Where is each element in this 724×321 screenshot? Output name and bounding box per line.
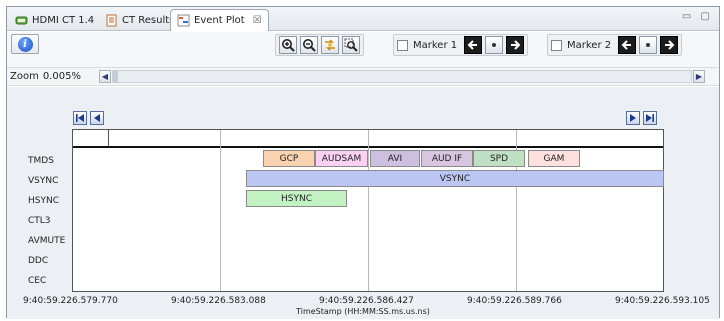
event-gam[interactable]: GAM [528,150,580,167]
arrow-right-icon [665,40,675,50]
zoom-in-button[interactable] [279,36,297,54]
info-button[interactable]: i [11,34,39,54]
zoom-scroll-thumb[interactable] [113,71,118,82]
event-spd[interactable]: SPD [473,150,525,167]
zoom-fit-button[interactable] [342,36,360,54]
arrow-left-icon [621,40,632,50]
last-icon [646,114,654,122]
event-plot-window: HDMI CT 1.4 CT Results Event Plot ☒ ▭ ▢ … [6,6,720,319]
axis-title: TimeStamp (HH:MM:SS.ms.us.ns) [296,307,430,316]
event-vsync[interactable]: VSYNC [246,170,664,187]
tab-event-plot[interactable]: Event Plot ☒ [170,9,269,31]
marker2-label: Marker 2 [567,39,612,51]
event-avi[interactable]: AVI [370,150,420,167]
tab-label: CT Results [122,14,175,26]
event-audsam[interactable]: AUDSAM [315,150,368,167]
timestamp-label: 9:40:59.226.589.766 [467,296,562,306]
header-divider [108,130,109,146]
go-previous-button[interactable] [90,111,104,125]
zoom-fit-icon [344,38,358,52]
arrow-right-icon [511,40,521,50]
tab-hdmi-ct[interactable]: HDMI CT 1.4 [9,10,100,30]
tab-label: Event Plot [194,15,245,26]
marker1-prev-button[interactable] [464,36,483,54]
event-plot-area[interactable]: GCP AUDSAM AVI AUD IF SPD GAM VSYNC HSYN… [72,129,664,292]
row-label-ddc: DDC [28,256,49,266]
marker1-group: Marker 1 [393,34,529,56]
event-gcp[interactable]: GCP [263,150,315,167]
close-icon[interactable]: ☒ [253,15,262,26]
zoom-scroll-left-button[interactable]: ◀ [99,70,111,83]
row-label-ctl3: CTL3 [28,216,51,226]
marker1-label: Marker 1 [413,39,458,51]
zoom-row: Zoom 0.005% ◀ ▶ [7,68,719,86]
zoom-tool-group [275,34,364,56]
zoom-reset-icon [325,39,335,51]
tab-label: HDMI CT 1.4 [32,14,95,26]
marker2-next-button[interactable] [660,36,679,54]
row-label-tmds: TMDS [28,156,54,166]
marker2-group: Marker 2 [547,34,683,56]
plot-icon [177,14,190,27]
zoom-out-button[interactable] [300,36,318,54]
go-first-button[interactable] [73,111,87,125]
row-label-hsync: HSYNC [28,196,59,206]
timestamp-label: 9:40:59.226.586.427 [319,296,414,306]
row-label-vsync: VSYNC [28,176,59,186]
timestamp-label: 9:40:59.226.593.105 [615,296,710,306]
zoom-reset-button[interactable] [321,36,339,54]
row-label-avmute: AVMUTE [28,236,66,246]
toolbar: i Marker 1 Marker 2 [7,32,719,68]
marker1-checkbox[interactable] [397,39,408,51]
go-last-button[interactable] [643,111,657,125]
zoom-out-icon [303,39,316,52]
marker2-checkbox[interactable] [551,39,562,51]
event-aud-if[interactable]: AUD IF [421,150,473,167]
zoom-scrollbar[interactable] [112,70,692,83]
minimize-maximize-controls[interactable]: ▭ ▢ [682,11,713,22]
marker2-prev-button[interactable] [618,36,637,54]
event-hsync[interactable]: HSYNC [246,190,347,207]
timestamp-label: 9:40:59.226.583.088 [171,296,266,306]
timestamp-label: 9:40:59.226.579.770 [23,296,118,306]
first-icon [76,114,84,122]
row-label-cec: CEC [28,276,47,286]
document-icon [105,14,118,27]
marker1-set-button[interactable] [485,36,504,54]
next-icon [630,114,636,122]
arrow-left-icon [467,40,478,50]
grid-line [220,130,221,291]
tab-ct-results[interactable]: CT Results [99,10,180,30]
zoom-label: Zoom [10,71,39,82]
hdmi-icon [15,14,28,27]
marker2-set-button[interactable] [639,36,658,54]
previous-icon [94,114,100,122]
info-icon: i [17,36,33,52]
zoom-scroll-right-button[interactable]: ▶ [693,70,705,83]
grid-line [368,130,369,291]
go-next-button[interactable] [626,111,640,125]
zoom-value: 0.005% [42,71,81,82]
tab-strip: HDMI CT 1.4 CT Results Event Plot ☒ ▭ ▢ [7,7,719,31]
marker1-next-button[interactable] [506,36,525,54]
zoom-in-icon [282,39,295,52]
